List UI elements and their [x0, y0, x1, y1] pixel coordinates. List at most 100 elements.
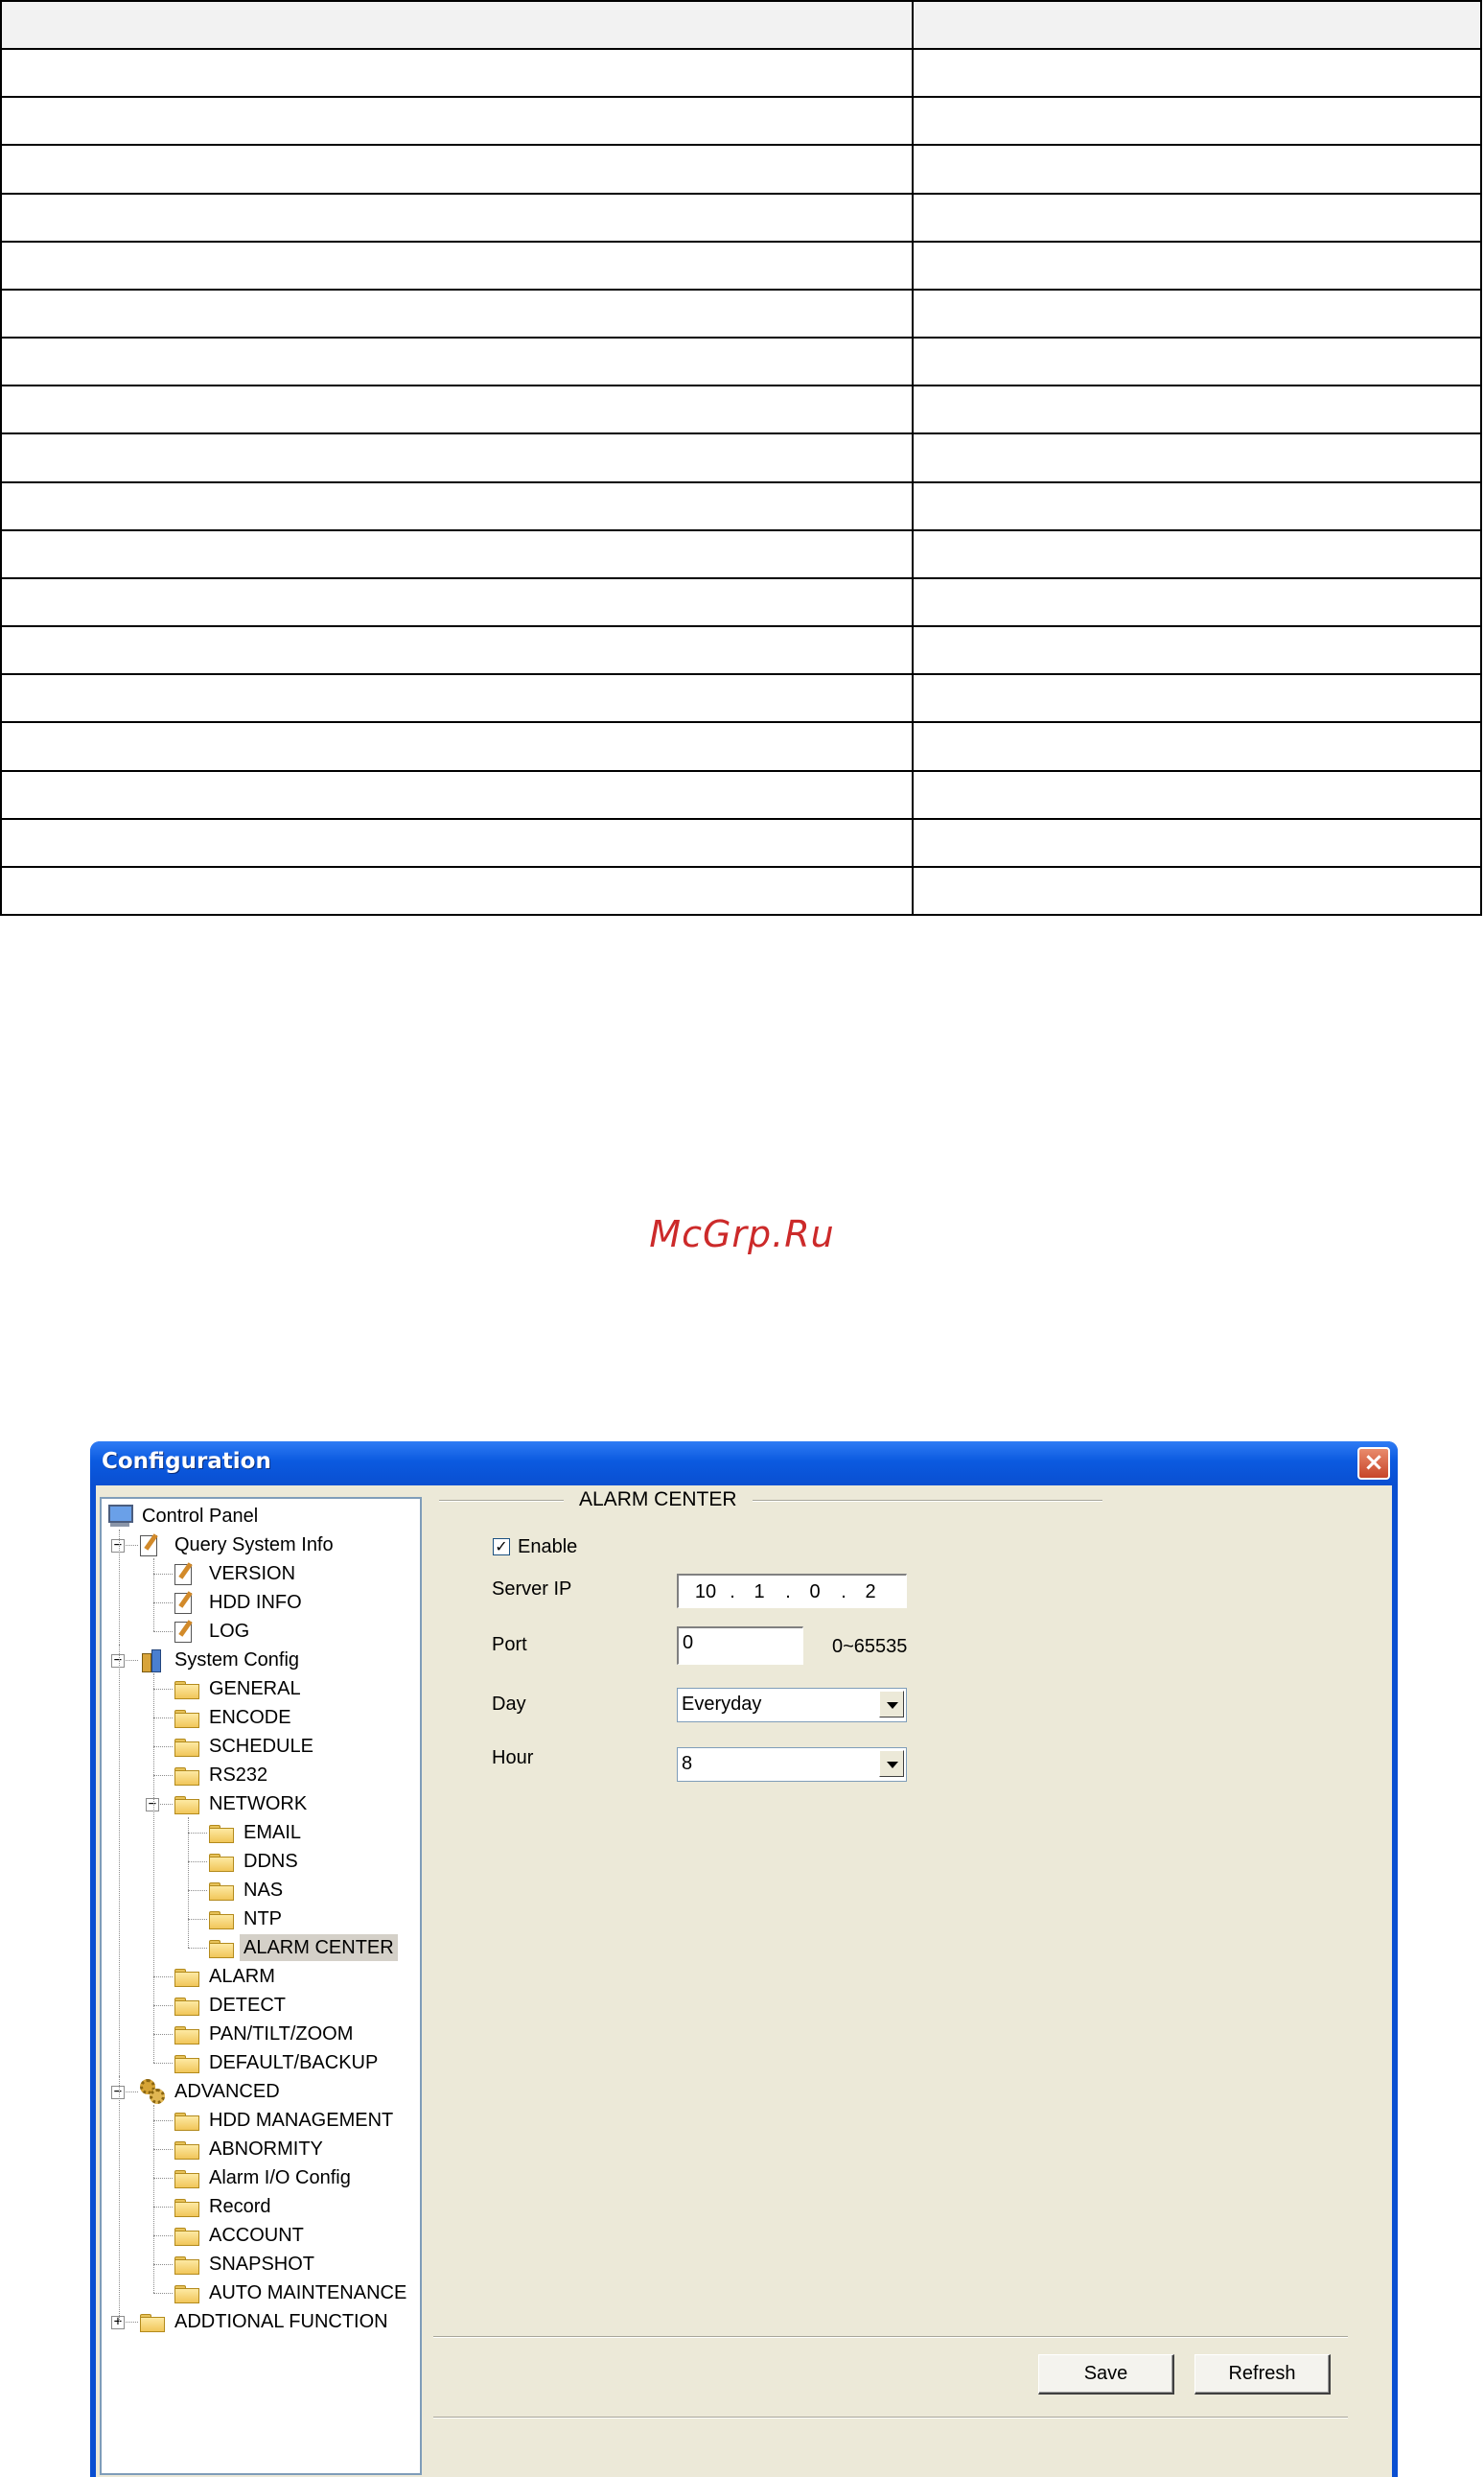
- ip-octet-3: 0: [809, 1581, 821, 1602]
- button-area-divider-top: [433, 2336, 1348, 2338]
- tree-connector: [119, 2076, 120, 2322]
- table-cell: [912, 240, 1482, 291]
- edit-doc-icon: [174, 1562, 196, 1585]
- title-bar[interactable]: Configuration ×: [90, 1441, 1398, 1485]
- tree-connector: [153, 2105, 154, 2293]
- table-row: [0, 96, 1482, 147]
- folder-icon: [209, 1854, 234, 1872]
- tree-item-label: Control Panel: [142, 1506, 259, 1527]
- tree-item-label: ACCOUNT: [209, 2225, 304, 2246]
- table-row: [0, 817, 1482, 868]
- folder-icon: [174, 1998, 199, 2016]
- table-cell: [912, 625, 1482, 676]
- hour-select[interactable]: 8: [677, 1747, 907, 1782]
- tree-connector: [153, 1558, 154, 1631]
- table-cell: [0, 480, 914, 531]
- table-cell: [0, 385, 914, 435]
- window-title: Configuration: [102, 1449, 271, 1474]
- table-row: [0, 240, 1482, 291]
- expand-icon[interactable]: +: [111, 2315, 125, 2329]
- folder-icon: [174, 2285, 199, 2303]
- collapse-icon[interactable]: −: [111, 2085, 125, 2099]
- navigation-tree[interactable]: Control Panel − Query System Info VERSION HD…: [100, 1497, 422, 2475]
- server-ip-field[interactable]: 10 . 1 . 0 . 2: [677, 1574, 907, 1608]
- table-row: [0, 721, 1482, 772]
- table-cell: [912, 865, 1482, 917]
- tree-item-label: ENCODE: [209, 1707, 291, 1728]
- chevron-down-icon[interactable]: [879, 1750, 904, 1777]
- collapse-icon[interactable]: −: [146, 1797, 159, 1811]
- chevron-down-icon[interactable]: [879, 1691, 904, 1718]
- tree-item-label: PAN/TILT/ZOOM: [209, 2023, 354, 2045]
- table-cell: [0, 337, 914, 387]
- tree-item-label: ADVANCED: [174, 2081, 280, 2102]
- table-cell: [0, 865, 914, 917]
- tree-connector: [153, 1673, 154, 2063]
- tree-item-label: NAS: [243, 1880, 284, 1901]
- table-cell: [912, 432, 1482, 483]
- tree-connector: [188, 1890, 207, 1891]
- save-button[interactable]: Save: [1038, 2354, 1174, 2395]
- monitor-icon: [107, 1504, 133, 1529]
- tree-item-label: HDD INFO: [209, 1592, 302, 1613]
- table-cell: [912, 96, 1482, 147]
- ip-octet-4: 2: [865, 1581, 876, 1602]
- tree-connector: [153, 2063, 173, 2064]
- folder-icon: [174, 2141, 199, 2160]
- collapse-icon[interactable]: −: [111, 1538, 125, 1553]
- tree-item-label: GENERAL: [209, 1678, 301, 1699]
- tree-item-label: RS232: [209, 1764, 268, 1786]
- tree-item-label: DDNS: [243, 1851, 298, 1872]
- table-row: [0, 48, 1482, 99]
- open-folder-icon: [209, 1940, 234, 1958]
- tree-connector: [153, 2264, 173, 2265]
- table-cell: [0, 288, 914, 339]
- tree-item-label: System Config: [174, 1649, 300, 1671]
- table-row: [0, 288, 1482, 339]
- ip-octet-2: 1: [754, 1581, 765, 1602]
- table-row: [0, 625, 1482, 676]
- table-row: [0, 576, 1482, 628]
- close-button[interactable]: ×: [1357, 1447, 1390, 1480]
- port-label: Port: [492, 1634, 527, 1655]
- day-label: Day: [492, 1694, 526, 1715]
- port-input[interactable]: 0: [677, 1626, 803, 1665]
- table-cell: [912, 480, 1482, 531]
- folder-icon: [174, 2113, 199, 2131]
- table-cell: [0, 769, 914, 820]
- folder-icon: [174, 1681, 199, 1699]
- folder-icon: [174, 1739, 199, 1757]
- day-selected-value: Everyday: [682, 1694, 762, 1715]
- refresh-button[interactable]: Refresh: [1194, 2354, 1331, 2395]
- tree-item-label: NTP: [243, 1908, 282, 1929]
- tree-connector: [153, 2178, 173, 2179]
- table-cell: [0, 817, 914, 868]
- ip-dot-2: .: [785, 1581, 791, 1602]
- day-select[interactable]: Everyday: [677, 1688, 907, 1722]
- table-cell: [0, 0, 914, 51]
- folder-icon: [209, 1882, 234, 1901]
- tree-connector: [188, 1833, 207, 1834]
- table-row: [0, 192, 1482, 243]
- tree-connector: [153, 1775, 173, 1776]
- tools-icon: [140, 1647, 163, 1672]
- close-icon: ×: [1363, 1448, 1384, 1477]
- tree-item-label: Alarm I/O Config: [209, 2167, 351, 2188]
- table-row: [0, 673, 1482, 724]
- table-cell: [912, 769, 1482, 820]
- table-cell: [912, 192, 1482, 243]
- tree-connector: [153, 1746, 173, 1747]
- tree-connector: [153, 2235, 173, 2236]
- folder-icon: [209, 1911, 234, 1929]
- edit-doc-icon: [174, 1591, 196, 1614]
- tree-connector: [188, 1919, 207, 1920]
- collapse-icon[interactable]: −: [111, 1653, 125, 1668]
- tree-connector: [153, 1976, 173, 1977]
- enable-checkbox[interactable]: ✓: [493, 1538, 510, 1555]
- empty-grid-table: [0, 0, 1482, 917]
- folder-icon: [209, 1825, 234, 1843]
- folder-icon: [174, 2055, 199, 2073]
- tree-item-label: Query System Info: [174, 1534, 334, 1555]
- tree-connector: [188, 1817, 189, 1948]
- dialog-client-area: Control Panel − Query System Info VERSION HD…: [96, 1485, 1392, 2477]
